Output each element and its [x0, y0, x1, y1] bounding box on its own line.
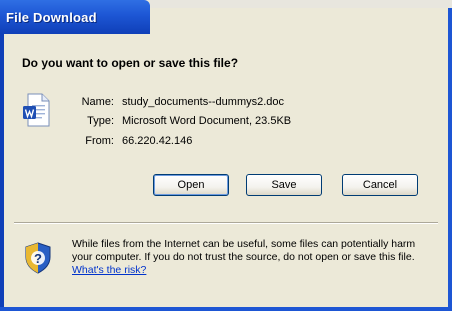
security-warning: While files from the Internet can be use… [72, 238, 436, 277]
window-title: File Download [6, 10, 97, 25]
save-button[interactable]: Save [246, 174, 322, 196]
whats-the-risk-link[interactable]: What's the risk? [72, 264, 146, 276]
window-frame-right [448, 8, 452, 311]
file-from-value: 66.220.42.146 [122, 135, 193, 147]
file-from-label: From: [85, 135, 114, 147]
title-bar[interactable]: File Download [0, 0, 150, 34]
cancel-button[interactable]: Cancel [342, 174, 418, 196]
file-name-label: Name: [81, 96, 114, 108]
word-document-icon [23, 93, 50, 127]
file-type-value: Microsoft Word Document, 23.5KB [122, 115, 292, 127]
svg-text:?: ? [34, 251, 42, 266]
file-name-value: study_documents--dummys2.doc [122, 96, 285, 108]
download-question: Do you want to open or save this file? [22, 56, 239, 70]
separator-highlight [14, 223, 438, 224]
file-type-label: Type: [87, 115, 114, 127]
open-button[interactable]: Open [153, 174, 229, 196]
window-frame-bottom [0, 307, 452, 311]
background-strip [150, 0, 452, 8]
dialog-body: Do you want to open or save this file? N… [4, 34, 448, 307]
warning-text: While files from the Internet can be use… [72, 238, 416, 263]
security-shield-icon: ? [25, 242, 51, 274]
